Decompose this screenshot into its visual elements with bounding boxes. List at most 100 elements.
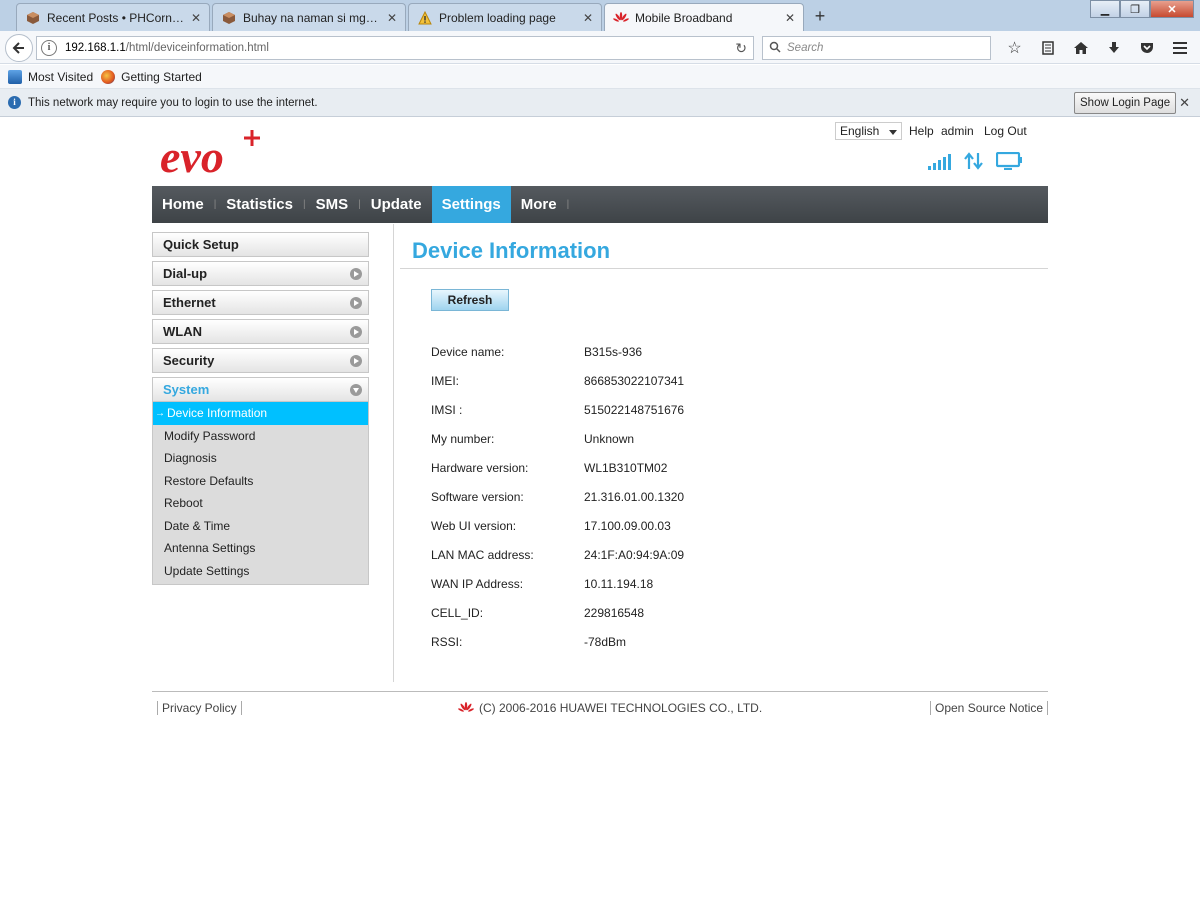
info-label: Web UI version: — [431, 518, 517, 533]
sidebar-item-label: Ethernet — [163, 295, 216, 310]
submenu-reboot[interactable]: Reboot — [153, 492, 368, 515]
help-link[interactable]: Help — [909, 124, 934, 138]
chevron-down-icon — [889, 130, 897, 135]
info-value: 21.316.01.00.1320 — [584, 489, 685, 504]
browser-tab-problem[interactable]: Problem loading page ✕ — [408, 3, 602, 31]
bookmark-label: Most Visited — [28, 69, 94, 84]
sidebar-item-system[interactable]: System — [152, 377, 369, 402]
expand-arrow-icon — [350, 355, 362, 367]
nav-update[interactable]: Update — [361, 186, 432, 223]
show-login-page-button[interactable]: Show Login Page — [1074, 92, 1177, 114]
computer-connected-icon — [996, 152, 1022, 170]
nav-settings[interactable]: Settings — [431, 186, 511, 223]
nav-more[interactable]: More — [511, 186, 567, 223]
sidebar-item-dial-up[interactable]: Dial-up — [152, 261, 369, 286]
close-icon[interactable]: ✕ — [583, 11, 593, 25]
search-input[interactable]: Search — [762, 36, 991, 60]
info-value: B315s-936 — [584, 344, 643, 359]
refresh-button[interactable]: Refresh — [431, 289, 509, 311]
close-icon[interactable]: ✕ — [387, 11, 397, 25]
bookmark-getting-started[interactable]: Getting Started — [101, 69, 202, 84]
evo-logo: evo — [160, 126, 270, 182]
browser-tab-mobile-broadband[interactable]: Mobile Broadband ✕ — [604, 3, 804, 32]
info-value: 229816548 — [584, 605, 645, 620]
data-transfer-icon — [964, 152, 983, 170]
close-icon[interactable]: ✕ — [191, 11, 201, 25]
footer-divider — [152, 691, 1048, 692]
nav-separator: | — [566, 199, 570, 210]
reading-list-icon[interactable] — [1031, 37, 1064, 59]
close-icon[interactable]: ✕ — [1179, 95, 1190, 111]
nav-statistics[interactable]: Statistics — [216, 186, 303, 223]
info-row-wan-ip: WAN IP Address: 10.11.194.18 — [431, 569, 684, 598]
submenu-label: Device Information — [167, 406, 268, 421]
warning-icon — [417, 10, 433, 26]
privacy-policy-link[interactable]: Privacy Policy — [157, 701, 242, 715]
back-button[interactable] — [5, 34, 33, 62]
tab-title: Recent Posts • PHCorner C... — [47, 10, 185, 25]
signal-strength-icon — [928, 154, 951, 170]
toolbar-icons: ☆ — [998, 37, 1196, 59]
download-icon[interactable] — [1097, 37, 1130, 59]
info-row-imsi: IMSI : 515022148751676 — [431, 395, 684, 424]
window-close-button[interactable]: ✕ — [1150, 0, 1194, 18]
info-row-hardware-version: Hardware version: WL1B310TM02 — [431, 453, 684, 482]
submenu-modify-password[interactable]: Modify Password — [153, 425, 368, 448]
submenu-date-time[interactable]: Date & Time — [153, 515, 368, 538]
expand-arrow-icon — [350, 268, 362, 280]
sidebar-item-label: Security — [163, 353, 215, 368]
pocket-icon[interactable] — [1130, 37, 1163, 59]
browser-tab-buhay[interactable]: Buhay na naman si mgc.. •... ✕ — [212, 3, 406, 31]
sidebar-item-ethernet[interactable]: Ethernet — [152, 290, 369, 315]
sidebar-item-label: Quick Setup — [163, 237, 239, 252]
reload-icon[interactable]: ↻ — [735, 40, 747, 57]
sidebar-item-wlan[interactable]: WLAN — [152, 319, 369, 344]
bookmarks-toolbar: Most Visited Getting Started — [0, 65, 1200, 89]
close-icon[interactable]: ✕ — [785, 11, 795, 25]
bookmark-star-icon[interactable]: ☆ — [998, 37, 1031, 59]
expand-arrow-icon — [350, 326, 362, 338]
info-icon: i — [8, 96, 21, 109]
info-label: My number: — [431, 431, 495, 446]
info-row-my-number: My number: Unknown — [431, 424, 684, 453]
bookmark-most-visited[interactable]: Most Visited — [8, 69, 94, 84]
info-label: RSSI: — [431, 634, 463, 649]
info-label: CELL_ID: — [431, 605, 484, 620]
sidebar-item-security[interactable]: Security — [152, 348, 369, 373]
site-info-icon[interactable]: i — [41, 40, 57, 56]
page-title: Device Information — [412, 238, 611, 263]
info-label: WAN IP Address: — [431, 576, 524, 591]
tab-title: Buhay na naman si mgc.. •... — [243, 10, 381, 25]
info-value: 10.11.194.18 — [584, 576, 654, 591]
submenu-restore-defaults[interactable]: Restore Defaults — [153, 470, 368, 493]
nav-home[interactable]: Home — [152, 186, 214, 223]
title-divider — [400, 268, 1048, 269]
logout-link[interactable]: Log Out — [984, 124, 1027, 138]
maximize-button[interactable]: ❐ — [1120, 0, 1150, 18]
submenu-device-information[interactable]: → Device Information — [153, 402, 368, 425]
info-row-lan-mac: LAN MAC address: 24:1F:A0:94:9A:09 — [431, 540, 684, 569]
info-label: Hardware version: — [431, 460, 529, 475]
user-name: admin — [941, 124, 974, 138]
menu-icon[interactable] — [1163, 37, 1196, 59]
phcorner-icon — [221, 10, 237, 26]
status-icons — [928, 152, 1024, 170]
info-value: 866853022107341 — [584, 373, 685, 388]
minimize-button[interactable]: ▁ — [1090, 0, 1120, 18]
language-select[interactable]: English — [835, 122, 902, 140]
search-placeholder: Search — [787, 42, 824, 54]
info-row-imei: IMEI: 866853022107341 — [431, 366, 684, 395]
info-value: WL1B310TM02 — [584, 460, 668, 475]
sidebar-item-quick-setup[interactable]: Quick Setup — [152, 232, 369, 257]
submenu-antenna-settings[interactable]: Antenna Settings — [153, 537, 368, 560]
sidebar-item-label: Dial-up — [163, 266, 208, 281]
home-icon[interactable] — [1064, 37, 1097, 59]
new-tab-button[interactable]: + — [808, 5, 832, 27]
browser-tab-recent-posts[interactable]: Recent Posts • PHCorner C... ✕ — [16, 3, 210, 31]
info-value: 515022148751676 — [584, 402, 685, 417]
url-bar[interactable]: i 192.168.1.1/html/deviceinformation.htm… — [36, 36, 754, 60]
submenu-update-settings[interactable]: Update Settings — [153, 560, 368, 583]
open-source-notice-link[interactable]: Open Source Notice — [930, 701, 1049, 715]
nav-sms[interactable]: SMS — [306, 186, 359, 223]
submenu-diagnosis[interactable]: Diagnosis — [153, 447, 368, 470]
